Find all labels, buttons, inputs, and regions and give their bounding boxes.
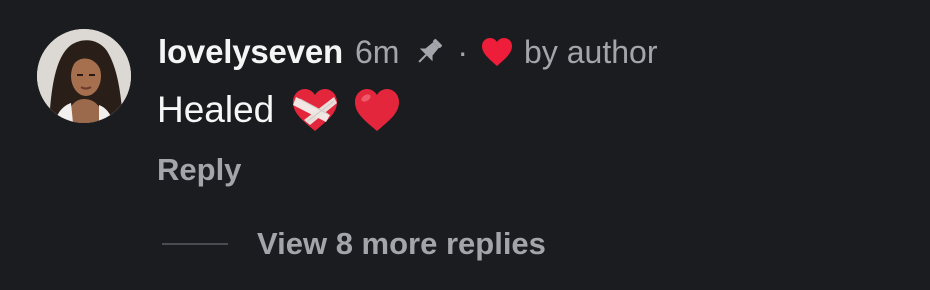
red-heart-emoji xyxy=(352,85,402,135)
red-heart-icon xyxy=(480,36,514,68)
liked-by-author-label: by author xyxy=(524,33,658,70)
comment-item: lovelyseven 6m · by author Healed Reply … xyxy=(0,0,930,290)
view-more-replies-button[interactable]: View 8 more replies xyxy=(162,222,546,266)
separator-dot: · xyxy=(457,33,469,70)
reply-button[interactable]: Reply xyxy=(157,152,241,188)
divider-line xyxy=(162,243,228,245)
comment-body: Healed xyxy=(157,82,402,138)
avatar[interactable] xyxy=(37,29,131,123)
username[interactable]: lovelyseven xyxy=(158,33,343,71)
pin-icon xyxy=(411,34,447,70)
mending-heart-emoji xyxy=(290,85,340,135)
comment-text: Healed xyxy=(157,89,275,130)
view-more-replies-label: View 8 more replies xyxy=(257,226,546,261)
comment-header: lovelyseven 6m · by author xyxy=(158,30,657,74)
timestamp: 6m xyxy=(354,33,400,70)
avatar-image xyxy=(37,29,131,123)
